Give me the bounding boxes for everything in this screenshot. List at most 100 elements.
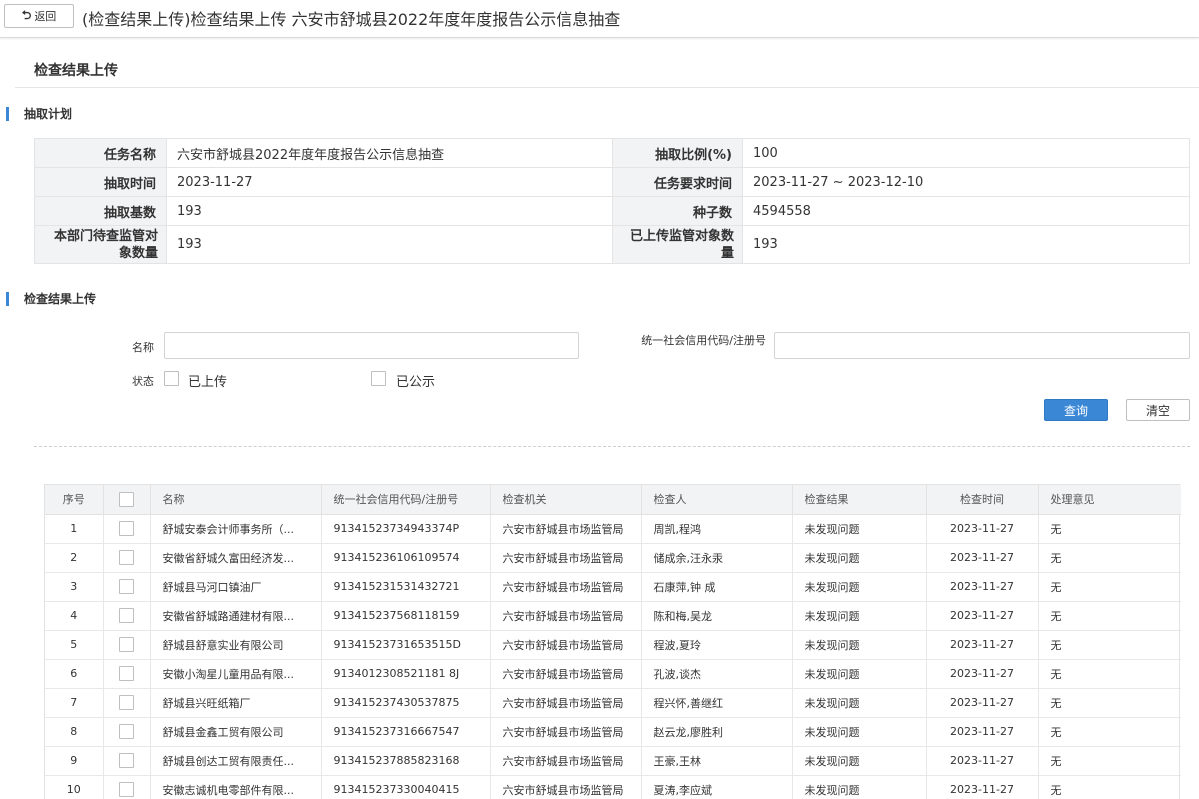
row-checkbox[interactable]: [119, 608, 134, 623]
row-org: 六安市舒城县市场监管局: [490, 775, 642, 799]
row-checkbox[interactable]: [119, 753, 134, 768]
row-name: 安徽省舒城路通建材有限...: [150, 601, 322, 631]
row-index: 8: [45, 717, 104, 747]
row-code: 9134012308521181 8J: [321, 659, 491, 689]
table-row[interactable]: 9 舒城县创达工贸有限责任... 913415237885823168 六安市舒城县市…: [45, 746, 1181, 776]
row-select: [103, 717, 151, 747]
row-index: 7: [45, 688, 104, 718]
row-inspector: 王豪,王林: [641, 746, 793, 776]
dashed-divider: [34, 446, 1190, 447]
row-inspector: 夏涛,李应斌: [641, 775, 793, 799]
table-row[interactable]: 10 安徽志诚机电零部件有限... 913415237330040415 六安市舒城县…: [45, 775, 1181, 799]
plan-value: 2023-11-27: [166, 167, 613, 197]
uploaded-checkbox-label: 已上传: [188, 375, 228, 390]
row-inspector: 程兴怀,善继红: [641, 688, 793, 718]
table-header-row: 序号 名称 统一社会信用代码/注册号 检查机关 检查人 检查结果 检查时间 处理…: [45, 485, 1181, 515]
divider: [15, 87, 1199, 88]
plan-value: 193: [742, 225, 1190, 264]
row-select: [103, 630, 151, 660]
row-result: 未发现问题: [792, 746, 927, 776]
col-header-index: 序号: [45, 485, 104, 515]
results-table: 序号 名称 统一社会信用代码/注册号 检查机关 检查人 检查结果 检查时间 处理…: [45, 485, 1181, 799]
plan-info-table: 任务名称 六安市舒城县2022年度年度报告公示信息抽查 抽取比例(%) 100 …: [34, 138, 1190, 264]
row-code: 913415237885823168: [321, 746, 491, 776]
row-date: 2023-11-27: [926, 543, 1039, 573]
results-table-wrapper: 序号 名称 统一社会信用代码/注册号 检查机关 检查人 检查结果 检查时间 处理…: [44, 484, 1181, 799]
row-org: 六安市舒城县市场监管局: [490, 688, 642, 718]
row-date: 2023-11-27: [926, 746, 1039, 776]
row-org: 六安市舒城县市场监管局: [490, 514, 642, 544]
plan-label: 本部门待查监管对象数量: [34, 225, 167, 264]
row-result: 未发现问题: [792, 601, 927, 631]
query-button[interactable]: 查询: [1044, 399, 1108, 421]
row-result: 未发现问题: [792, 514, 927, 544]
sub-title: 检查结果上传: [34, 63, 118, 79]
row-name: 舒城县创达工贸有限责任...: [150, 746, 322, 776]
row-date: 2023-11-27: [926, 601, 1039, 631]
row-name: 舒城安泰会计师事务所（...: [150, 514, 322, 544]
name-label: 名称: [132, 341, 154, 354]
table-row[interactable]: 3 舒城县马河口镇油厂 913415231531432721 六安市舒城县市场监管局石…: [45, 572, 1181, 602]
row-checkbox[interactable]: [119, 550, 134, 565]
row-date: 2023-11-27: [926, 572, 1039, 602]
select-all-checkbox[interactable]: [119, 491, 134, 507]
plan-label: 抽取时间: [34, 167, 167, 197]
clear-button[interactable]: 清空: [1126, 399, 1190, 421]
row-opinion: 无: [1038, 630, 1181, 660]
table-row[interactable]: 8 舒城县金鑫工贸有限公司 913415237316667547 六安市舒城县市场监管…: [45, 717, 1181, 747]
back-button-label: 返回: [34, 10, 57, 23]
plan-label: 任务要求时间: [612, 167, 743, 197]
table-row[interactable]: 4 安徽省舒城路通建材有限... 913415237568118159 六安市舒城县市…: [45, 601, 1181, 631]
table-row[interactable]: 6 安徽小淘星儿童用品有限... 9134012308521181 8J 六安市舒城县…: [45, 659, 1181, 689]
row-inspector: 周凯,程鸿: [641, 514, 793, 544]
row-opinion: 无: [1038, 775, 1181, 799]
row-checkbox[interactable]: [119, 724, 134, 739]
row-org: 六安市舒城县市场监管局: [490, 717, 642, 747]
row-checkbox[interactable]: [119, 579, 134, 594]
uploaded-checkbox[interactable]: [164, 371, 179, 386]
return-arrow-icon: ⮌: [21, 7, 32, 22]
section-header-plan: 抽取计划: [6, 107, 72, 121]
row-name: 舒城县马河口镇油厂: [150, 572, 322, 602]
row-checkbox[interactable]: [119, 637, 134, 652]
table-row[interactable]: 2 安徽省舒城久富田经济发... 913415236106109574 六安市舒城县市…: [45, 543, 1181, 573]
plan-value: 193: [166, 225, 613, 264]
row-opinion: 无: [1038, 601, 1181, 631]
row-result: 未发现问题: [792, 659, 927, 689]
row-checkbox[interactable]: [119, 782, 134, 797]
col-header-inspector: 检查人: [641, 485, 793, 515]
plan-label: 抽取比例(%): [612, 138, 743, 168]
plan-value: 4594558: [742, 196, 1190, 226]
plan-label: 种子数: [612, 196, 743, 226]
row-org: 六安市舒城县市场监管局: [490, 659, 642, 689]
plan-value: 193: [166, 196, 613, 226]
published-checkbox[interactable]: [371, 371, 386, 386]
row-date: 2023-11-27: [926, 775, 1039, 799]
row-checkbox[interactable]: [119, 695, 134, 710]
row-org: 六安市舒城县市场监管局: [490, 630, 642, 660]
row-code: 913415237568118159: [321, 601, 491, 631]
col-header-org: 检查机关: [490, 485, 642, 515]
table-row[interactable]: 7 舒城县兴旺纸箱厂 913415237430537875 六安市舒城县市场监管局 程兴…: [45, 688, 1181, 718]
plan-label: 抽取基数: [34, 196, 167, 226]
row-checkbox[interactable]: [119, 521, 134, 536]
credit-code-input[interactable]: [774, 332, 1190, 359]
table-row[interactable]: 1 舒城安泰会计师事务所（... 91341523734943374P 六安市舒城县市…: [45, 514, 1181, 544]
name-input[interactable]: [164, 332, 579, 359]
row-name: 舒城县舒意实业有限公司: [150, 630, 322, 660]
col-header-opinion: 处理意见: [1038, 485, 1181, 515]
back-button[interactable]: ⮌ 返回: [4, 4, 74, 28]
status-label: 状态: [132, 375, 154, 388]
row-opinion: 无: [1038, 659, 1181, 689]
col-header-result: 检查结果: [792, 485, 927, 515]
top-bar: ⮌ 返回 (检查结果上传)检查结果上传 六安市舒城县2022年度年度报告公示信息…: [0, 0, 1199, 38]
published-checkbox-label: 已公示: [396, 375, 436, 390]
row-select: [103, 543, 151, 573]
row-index: 3: [45, 572, 104, 602]
row-checkbox[interactable]: [119, 666, 134, 681]
row-select: [103, 746, 151, 776]
table-row[interactable]: 5 舒城县舒意实业有限公司 91341523731653515D 六安市舒城县市场监管…: [45, 630, 1181, 660]
row-select: [103, 688, 151, 718]
row-opinion: 无: [1038, 514, 1181, 544]
col-header-date: 检查时间: [926, 485, 1039, 515]
